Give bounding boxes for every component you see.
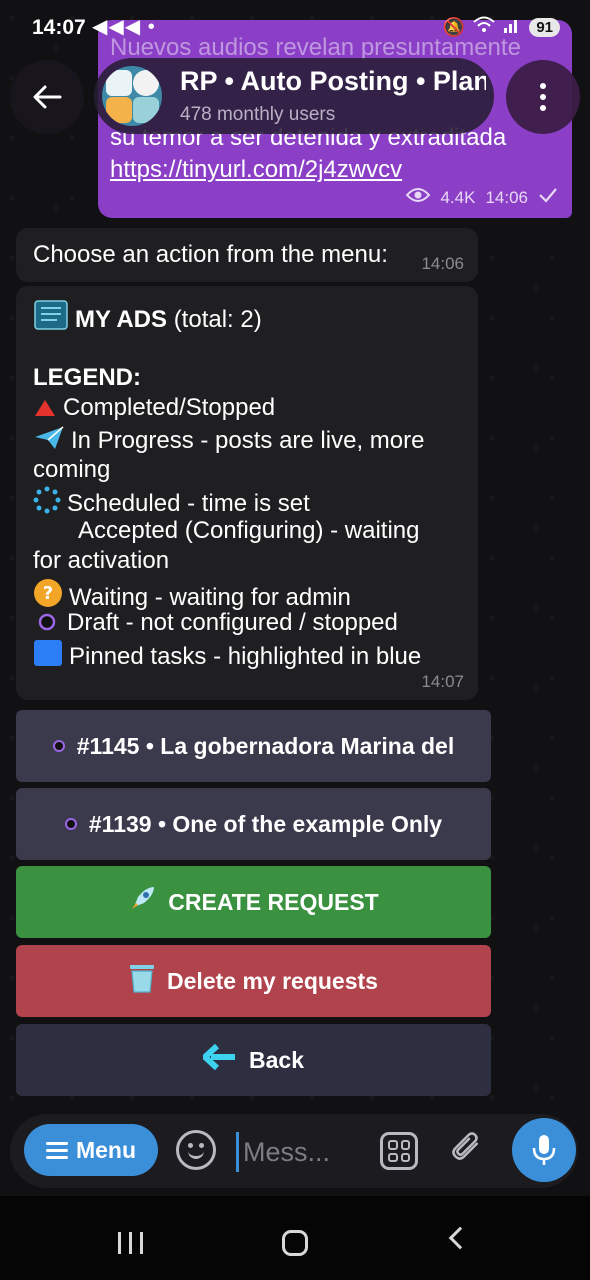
loading-spinner-icon [33, 486, 61, 521]
ad-button-1139[interactable]: #1139 • One of the example Only [16, 788, 491, 860]
legend-draft: Draft - not configured / stopped [33, 609, 398, 640]
battery-icon: 91 [529, 18, 560, 37]
ad-button-label: #1145 • La gobernadora Marina del [76, 732, 455, 759]
ads-title-rest: (total: 2) [173, 306, 262, 333]
emoji-button[interactable] [176, 1130, 216, 1170]
legend-accepted: Accepted (Configuring) - waiting [78, 517, 420, 544]
arrow-left-icon [33, 85, 62, 109]
legend-in-progress: In Progress - posts are live, more [33, 425, 424, 458]
more-vertical-icon [540, 83, 546, 111]
legend-text: In Progress - posts are live, more [71, 427, 425, 454]
envelope-icon [106, 97, 132, 123]
bot-menu-button[interactable]: Menu [24, 1124, 158, 1176]
arrow-left-icon [202, 1043, 237, 1076]
paper-plane-icon [33, 425, 65, 458]
home-button[interactable] [282, 1230, 308, 1256]
ads-title-line: MY ADS (total: 2) [33, 300, 262, 337]
recent-apps-button[interactable] [118, 1232, 143, 1254]
message-bubble[interactable]: Choose an action from the menu: 14:06 [16, 228, 478, 282]
system-navigation-bar [0, 1196, 590, 1280]
system-back-button[interactable] [448, 1226, 472, 1250]
bot-commands-icon[interactable] [380, 1132, 418, 1170]
microphone-icon [532, 1135, 556, 1165]
legend-text: Pinned tasks - highlighted in blue [69, 643, 422, 670]
checkmark-icon [538, 187, 558, 208]
back-button[interactable] [10, 60, 84, 134]
legend-text: Completed/Stopped [63, 394, 276, 421]
notebook-icon [33, 300, 69, 337]
avatar [102, 66, 162, 126]
rocket-icon [128, 885, 156, 919]
keyboard-back-button[interactable]: Back [16, 1024, 491, 1096]
message-time: 14:06 [421, 254, 464, 273]
red-triangle-icon [33, 397, 57, 425]
post-views: 4.4K [440, 187, 476, 207]
post-meta: 4.4K 14:06 [406, 187, 558, 208]
legend-completed: Completed/Stopped [33, 394, 275, 425]
post-link[interactable]: https://tinyurl.com/2j4zwvcv [110, 156, 402, 184]
message-input-bar: Menu [10, 1114, 578, 1188]
legend-text: Draft - not configured / stopped [67, 609, 398, 636]
trash-icon [129, 962, 155, 1000]
back-label: Back [249, 1046, 304, 1073]
menu-icon [45, 1141, 68, 1159]
signal-icon [503, 17, 521, 38]
legend-text: Waiting - waiting for admin [69, 584, 351, 611]
delete-requests-label: Delete my requests [167, 967, 378, 994]
message-bubble[interactable]: MY ADS (total: 2) LEGEND: Completed/Stop… [16, 286, 478, 700]
create-request-button[interactable]: CREATE REQUEST [16, 866, 491, 938]
status-right-icons: 🔕 91 [443, 16, 560, 39]
trash-icon [133, 97, 159, 123]
status-bar: 14:07 ◀◀◀ • 🔕 91 [0, 0, 590, 56]
mute-icon: 🔕 [442, 17, 466, 37]
svg-text:?: ? [43, 583, 53, 604]
delete-requests-button[interactable]: Delete my requests [16, 945, 491, 1017]
menu-label: Menu [75, 1136, 137, 1163]
ad-button-1145[interactable]: #1145 • La gobernadora Marina del [16, 710, 491, 782]
more-options-button[interactable] [506, 60, 580, 134]
checklist-icon [106, 70, 132, 96]
wifi-icon [473, 16, 495, 39]
legend-title: LEGEND: [33, 364, 141, 391]
purple-circle-icon [52, 740, 65, 752]
blue-square-icon [33, 639, 63, 674]
legend-pinned: Pinned tasks - highlighted in blue [33, 639, 421, 674]
status-time: 14:07 [32, 16, 86, 39]
purple-circle-icon [33, 611, 61, 640]
purple-circle-icon [64, 818, 77, 830]
post-time: 14:06 [485, 187, 528, 207]
message-time: 14:07 [421, 672, 464, 691]
message-text: Choose an action from the menu: [33, 241, 388, 268]
legend-text: Scheduled - time is set [67, 490, 310, 517]
message-input[interactable] [236, 1132, 366, 1172]
microphone-button[interactable] [512, 1118, 576, 1182]
legend-text: for activation [33, 547, 170, 574]
notification-icons: ◀◀◀ • [92, 16, 156, 38]
ad-button-label: #1139 • One of the example Only [88, 810, 443, 837]
chat-header[interactable]: RP • Auto Posting • Plan 478 monthly use… [94, 58, 494, 134]
legend-text: coming [33, 456, 111, 483]
legend-scheduled: Scheduled - time is set [33, 486, 310, 521]
chat-title: RP • Auto Posting • Plan [180, 66, 486, 96]
ads-title-bold: MY ADS [75, 306, 168, 333]
create-request-label: CREATE REQUEST [168, 888, 379, 915]
eye-icon [406, 187, 431, 208]
chat-subtitle: 478 monthly users [180, 104, 336, 125]
clock-icon [133, 70, 159, 96]
attach-icon[interactable] [438, 1125, 488, 1175]
